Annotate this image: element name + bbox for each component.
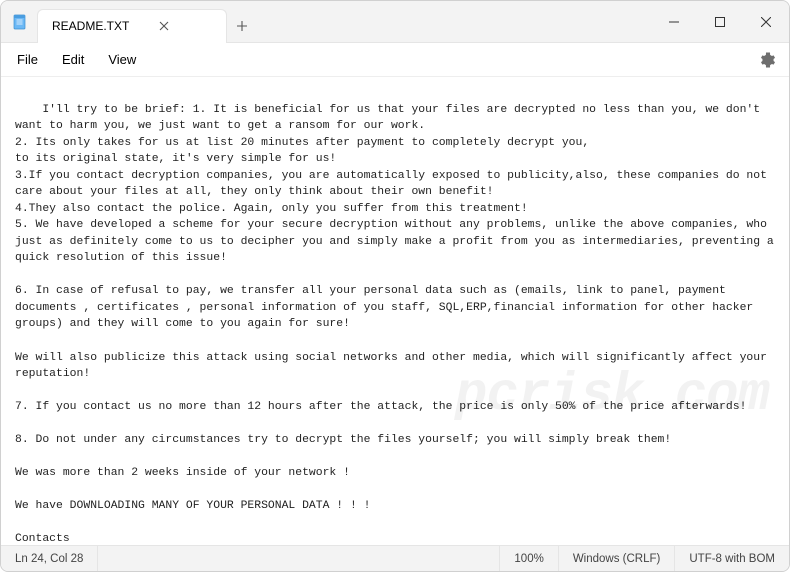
menu-file[interactable]: File [5, 48, 50, 71]
close-tab-icon[interactable] [157, 19, 171, 33]
menu-view[interactable]: View [96, 48, 148, 71]
status-position[interactable]: Ln 24, Col 28 [1, 546, 98, 571]
tab-title: README.TXT [52, 19, 129, 33]
maximize-button[interactable] [697, 1, 743, 42]
notepad-window: README.TXT File Edit View [0, 0, 790, 572]
window-controls [651, 1, 789, 42]
text-editor-area[interactable]: I'll try to be brief: 1. It is beneficia… [1, 77, 789, 545]
close-window-button[interactable] [743, 1, 789, 42]
titlebar-drag-area[interactable] [257, 1, 651, 42]
titlebar-left: README.TXT [1, 1, 257, 42]
status-line-ending[interactable]: Windows (CRLF) [559, 546, 676, 571]
status-zoom[interactable]: 100% [500, 546, 558, 571]
document-tab[interactable]: README.TXT [37, 9, 227, 43]
menu-edit[interactable]: Edit [50, 48, 96, 71]
new-tab-button[interactable] [227, 20, 257, 32]
notepad-app-icon [11, 13, 29, 31]
settings-button[interactable] [751, 46, 785, 74]
statusbar: Ln 24, Col 28 100% Windows (CRLF) UTF-8 … [1, 545, 789, 571]
gear-icon [760, 52, 776, 68]
titlebar: README.TXT [1, 1, 789, 43]
status-encoding[interactable]: UTF-8 with BOM [675, 546, 789, 571]
minimize-button[interactable] [651, 1, 697, 42]
status-spacer [98, 546, 500, 571]
document-text: I'll try to be brief: 1. It is beneficia… [15, 104, 781, 545]
watermark: pcrisk.com [455, 357, 769, 435]
menubar: File Edit View [1, 43, 789, 77]
